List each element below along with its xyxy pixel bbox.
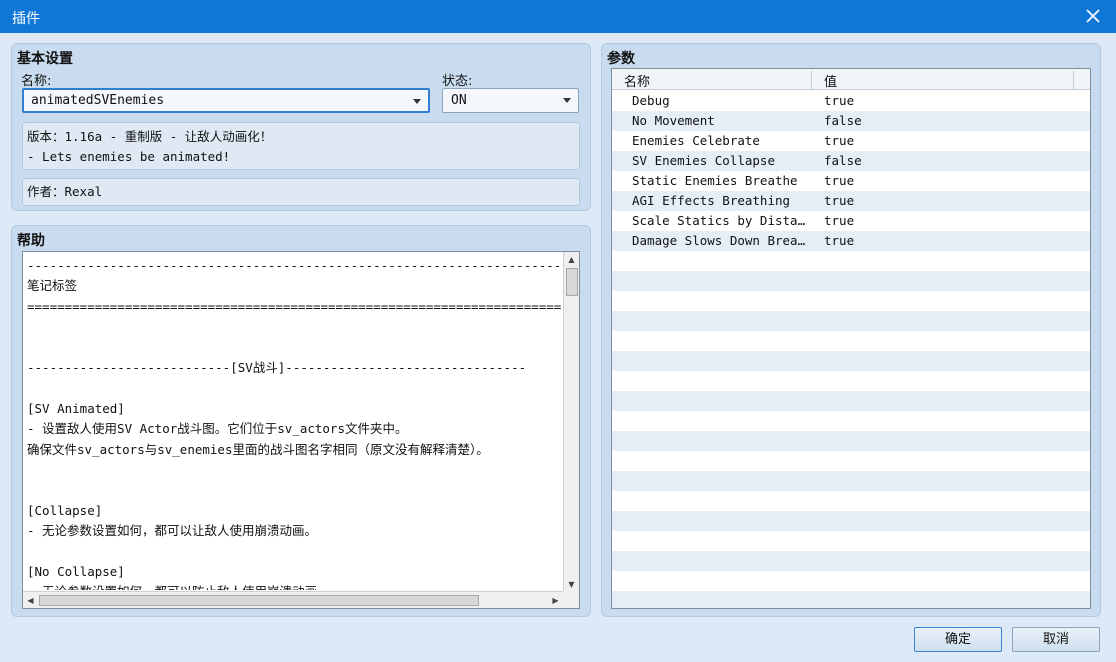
status-select[interactable]: ON bbox=[442, 88, 579, 113]
column-header-value[interactable]: 值 bbox=[824, 71, 1074, 90]
empty-row bbox=[612, 511, 1090, 531]
help-line: ----------------------------------------… bbox=[27, 258, 561, 273]
vertical-scroll-thumb[interactable] bbox=[566, 268, 578, 296]
empty-row bbox=[612, 431, 1090, 451]
help-line: ---------------------------[SV战斗]-------… bbox=[27, 359, 527, 375]
empty-row bbox=[612, 491, 1090, 511]
empty-row bbox=[612, 411, 1090, 431]
help-line: ========================================… bbox=[27, 298, 561, 314]
empty-row bbox=[612, 471, 1090, 491]
parameter-value: true bbox=[824, 193, 855, 208]
version-line-2: - Lets enemies be animated! bbox=[27, 149, 231, 164]
version-line-1: 版本：1.16a - 重制版 - 让敌人动画化！ bbox=[27, 129, 273, 144]
empty-row bbox=[612, 331, 1090, 351]
help-line: - 无论参数设置如何，都可以防止敌人使用崩溃动画 bbox=[27, 582, 561, 590]
help-content: ----------------------------------------… bbox=[27, 256, 561, 590]
help-text-area[interactable]: ----------------------------------------… bbox=[22, 251, 580, 609]
help-line bbox=[27, 378, 561, 398]
parameter-row[interactable]: Debug true bbox=[612, 91, 1090, 111]
basic-settings-title: 基本设置 bbox=[17, 51, 73, 67]
dialog-body: 基本设置 名称: 状态: animatedSVEnemies ON 版本：1.1… bbox=[0, 33, 1116, 662]
version-box: 版本：1.16a - 重制版 - 让敌人动画化！ - Lets enemies … bbox=[22, 122, 580, 170]
parameter-name: Debug bbox=[632, 93, 670, 108]
parameter-value: true bbox=[824, 93, 855, 108]
parameter-value: true bbox=[824, 133, 855, 148]
help-line: - 无论参数设置如何，都可以让敌人使用崩溃动画。 bbox=[27, 523, 318, 539]
status-label: 状态: bbox=[442, 74, 473, 89]
vertical-scrollbar[interactable]: ▲ ▼ bbox=[563, 252, 579, 592]
chevron-down-icon bbox=[413, 99, 421, 104]
help-line: - 设置敌人使用SV Actor战斗图。它们位于sv_actors文件夹中。 bbox=[27, 421, 408, 437]
empty-row bbox=[612, 271, 1090, 291]
parameter-name: Enemies Celebrate bbox=[632, 133, 760, 148]
help-line bbox=[27, 480, 561, 500]
help-line: [No Collapse] bbox=[27, 563, 125, 579]
parameter-name: No Movement bbox=[632, 113, 715, 128]
help-line: [SV Animated] bbox=[27, 400, 125, 416]
parameters-header: 名称 值 bbox=[612, 69, 1090, 90]
empty-row bbox=[612, 311, 1090, 331]
scroll-up-icon[interactable]: ▲ bbox=[564, 252, 579, 267]
parameter-row[interactable]: AGI Effects Breathing true bbox=[612, 191, 1090, 211]
cancel-button[interactable]: 取消 bbox=[1012, 627, 1100, 652]
parameter-row[interactable]: Scale Statics by Distance true bbox=[612, 211, 1090, 231]
column-header-name[interactable]: 名称 bbox=[624, 71, 812, 90]
parameter-value: false bbox=[824, 153, 862, 168]
empty-row bbox=[612, 371, 1090, 391]
empty-row bbox=[612, 351, 1090, 371]
parameter-name: SV Enemies Collapse bbox=[632, 153, 775, 168]
parameter-value: true bbox=[824, 233, 855, 248]
help-line bbox=[27, 338, 561, 358]
help-line bbox=[27, 317, 561, 337]
help-line: 确保文件sv_actors与sv_enemies里面的战斗图名字相同（原文没有解… bbox=[27, 441, 489, 457]
help-line: 笔记标签 bbox=[27, 278, 78, 294]
plugin-name-value: animatedSVEnemies bbox=[31, 93, 165, 108]
title-bar: 插件 bbox=[0, 0, 1116, 33]
parameters-list: 名称 值 Debug true No Movement false Enemies Ce… bbox=[611, 68, 1091, 609]
empty-row bbox=[612, 571, 1090, 591]
plugin-name-select[interactable]: animatedSVEnemies bbox=[22, 88, 430, 113]
help-line: [Collapse] bbox=[27, 502, 103, 518]
parameter-value: true bbox=[824, 173, 855, 188]
scroll-corner bbox=[563, 591, 579, 608]
close-icon[interactable] bbox=[1078, 2, 1108, 30]
parameter-value: true bbox=[824, 213, 855, 228]
status-value: ON bbox=[451, 93, 467, 108]
horizontal-scrollbar[interactable]: ◀ ▶ bbox=[23, 591, 563, 608]
help-title: 帮助 bbox=[17, 233, 45, 249]
empty-row bbox=[612, 291, 1090, 311]
parameter-name: Static Enemies Breathe bbox=[632, 173, 798, 188]
scroll-right-icon[interactable]: ▶ bbox=[548, 592, 563, 608]
parameter-row[interactable]: Enemies Celebrate true bbox=[612, 131, 1090, 151]
empty-row bbox=[612, 551, 1090, 571]
name-label: 名称: bbox=[21, 74, 52, 89]
empty-row bbox=[612, 591, 1090, 608]
scroll-left-icon[interactable]: ◀ bbox=[23, 592, 38, 608]
help-line bbox=[27, 460, 561, 480]
horizontal-scroll-thumb[interactable] bbox=[39, 595, 479, 606]
empty-row bbox=[612, 251, 1090, 271]
parameter-row[interactable]: SV Enemies Collapse false bbox=[612, 151, 1090, 171]
parameter-row[interactable]: No Movement false bbox=[612, 111, 1090, 131]
ok-button[interactable]: 确定 bbox=[914, 627, 1002, 652]
author-text: 作者：Rexal bbox=[27, 184, 103, 199]
scroll-down-icon[interactable]: ▼ bbox=[564, 577, 579, 592]
parameters-title: 参数 bbox=[607, 51, 635, 67]
parameter-row[interactable]: Damage Slows Down Breath… true bbox=[612, 231, 1090, 251]
empty-row bbox=[612, 451, 1090, 471]
empty-row bbox=[612, 531, 1090, 551]
parameter-name: AGI Effects Breathing bbox=[632, 193, 791, 208]
parameter-row[interactable]: Static Enemies Breathe true bbox=[612, 171, 1090, 191]
parameter-value: false bbox=[824, 113, 862, 128]
chevron-down-icon bbox=[563, 98, 571, 103]
window-title: 插件 bbox=[12, 11, 40, 27]
parameter-name: Damage Slows Down Breath… bbox=[632, 233, 812, 248]
empty-row bbox=[612, 391, 1090, 411]
author-box: 作者：Rexal bbox=[22, 178, 580, 206]
help-line bbox=[27, 541, 561, 561]
parameter-name: Scale Statics by Distance bbox=[632, 213, 812, 228]
basic-settings-group: 基本设置 名称: 状态: animatedSVEnemies ON 版本：1.1… bbox=[11, 43, 591, 211]
